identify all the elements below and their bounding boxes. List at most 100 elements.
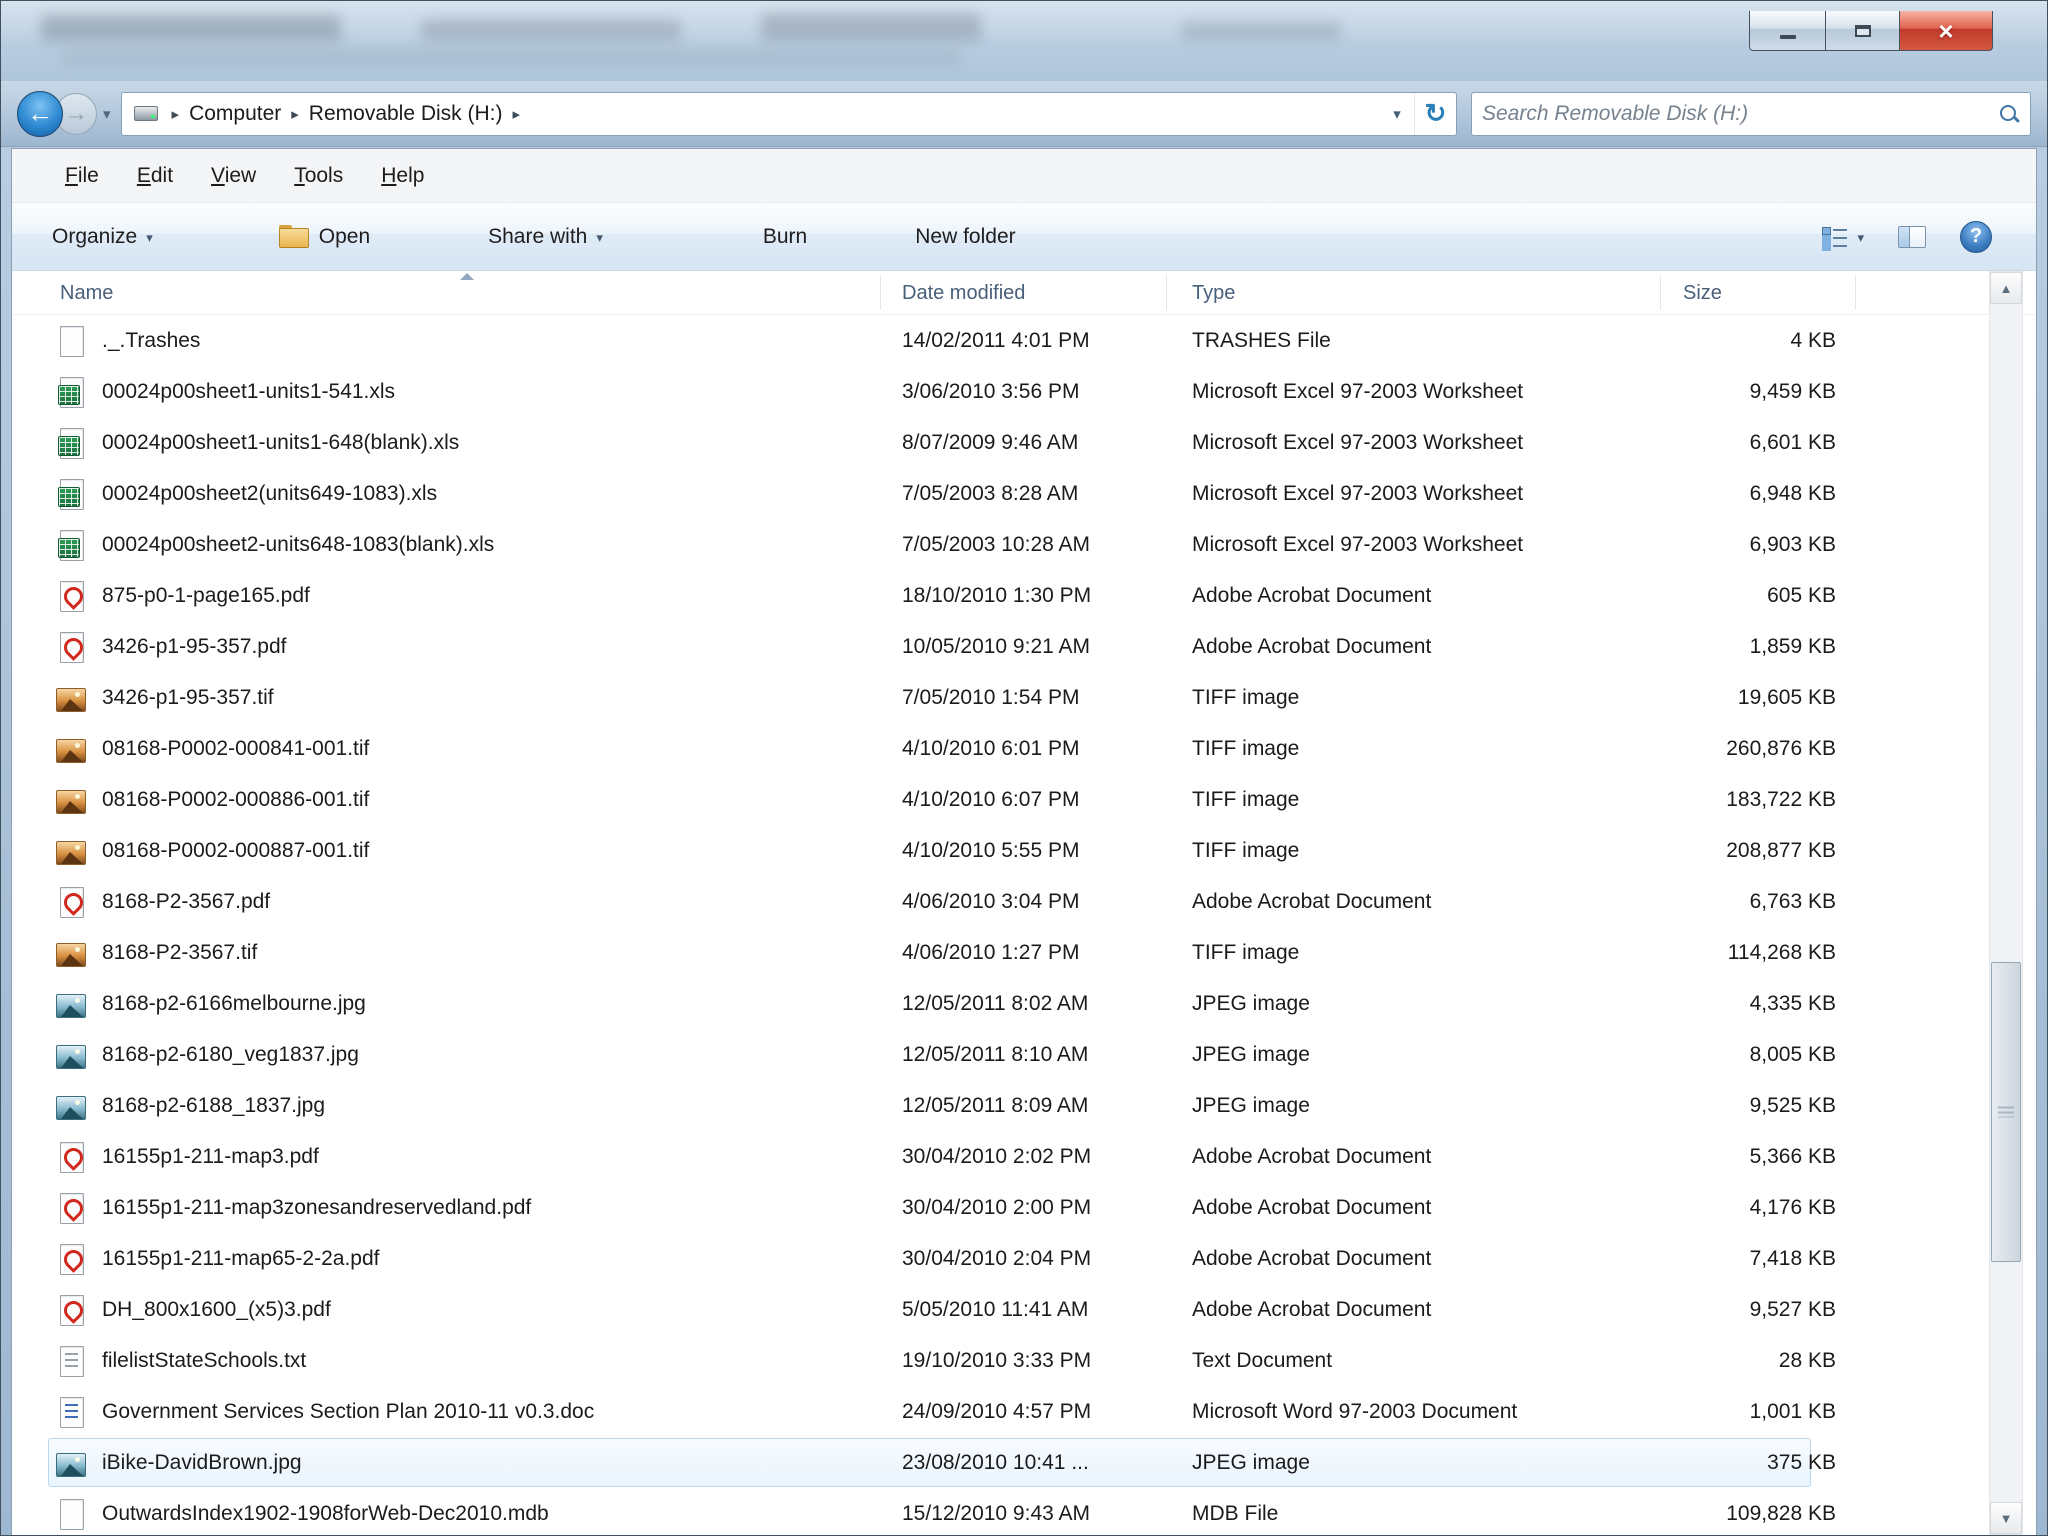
new-folder-button[interactable]: New folder [915,225,1015,249]
date-modified-cell: 18/10/2010 1:30 PM [902,583,1092,607]
file-row[interactable]: 00024p00sheet1-units1-541.xls 3/06/2010 … [12,366,1987,417]
generic-file-icon [56,324,88,358]
file-row[interactable]: 8168-P2-3567.pdf 4/06/2010 3:04 PM Adobe… [12,876,1987,927]
search-box[interactable] [1471,91,2031,136]
date-modified-cell: 12/05/2011 8:10 AM [902,1042,1089,1066]
minimize-icon [1779,34,1796,39]
size-cell: 7,418 KB [1749,1246,1836,1270]
minimize-button[interactable] [1749,11,1825,51]
column-divider[interactable] [1855,275,1856,310]
menu-item-help[interactable]: Help [362,164,443,188]
file-name-cell: 8168-P2-3567.tif [102,940,258,964]
tiff-file-icon [56,841,86,865]
column-header-date-modified[interactable]: Date modified [902,271,1025,315]
file-row[interactable]: 8168-p2-6166melbourne.jpg 12/05/2011 8:0… [12,978,1987,1029]
file-name-cell: 3426-p1-95-357.tif [102,685,274,709]
file-row[interactable]: 3426-p1-95-357.pdf 10/05/2010 9:21 AM Ad… [12,621,1987,672]
change-view-icon [1822,226,1848,248]
menu-item-tools[interactable]: Tools [275,164,362,188]
file-row[interactable]: 8168-p2-6188_1837.jpg 12/05/2011 8:09 AM… [12,1080,1987,1131]
glass-reflection [41,15,341,41]
column-header-size[interactable]: Size [1683,271,1722,315]
breadcrumb-chevron-icon[interactable]: ▸ [281,105,309,123]
date-modified-cell: 23/08/2010 10:41 ... [902,1450,1089,1474]
menu-item-file[interactable]: File [46,164,118,188]
organize-button[interactable]: Organize ▾ [52,225,153,249]
size-cell: 183,722 KB [1726,787,1836,811]
date-modified-cell: 30/04/2010 2:02 PM [902,1144,1092,1168]
file-list-view: Name Date modified Type Size ._.Trashes … [12,271,2036,1535]
scrollbar-down-button[interactable]: ▼ [1990,1502,2022,1534]
date-modified-cell: 30/04/2010 2:00 PM [902,1195,1092,1219]
size-cell: 208,877 KB [1726,838,1836,862]
file-row[interactable]: Government Services Section Plan 2010-11… [12,1386,1987,1437]
date-modified-cell: 19/10/2010 3:33 PM [902,1348,1092,1372]
menu-item-edit[interactable]: Edit [118,164,192,188]
chevron-down-icon: ▾ [596,230,603,245]
menu-bar: File Edit View Tools Help [12,149,2036,203]
search-input[interactable] [1482,101,1990,126]
column-divider[interactable] [880,275,881,310]
file-row[interactable]: 08168-P0002-000887-001.tif 4/10/2010 5:5… [12,825,1987,876]
back-button[interactable]: ← [17,90,63,137]
column-divider[interactable] [1660,275,1661,310]
open-button[interactable]: Open [278,225,370,249]
column-divider[interactable] [1166,275,1167,310]
drive-icon [133,106,158,121]
file-row[interactable]: iBike-DavidBrown.jpg 23/08/2010 10:41 ..… [12,1437,1987,1488]
column-header-name[interactable]: Name [60,271,113,315]
share-with-button[interactable]: Share with ▾ [488,225,603,249]
breadcrumb-removable-disk[interactable]: Removable Disk (H:) [309,102,503,126]
refresh-button[interactable]: ↻ [1414,92,1456,135]
search-icon[interactable] [1998,103,2020,125]
address-dropdown-button[interactable]: ▾ [1380,93,1414,135]
jpeg-file-icon [56,1096,86,1120]
file-row[interactable]: DH_800x1600_(x5)3.pdf 5/05/2010 11:41 AM… [12,1284,1987,1335]
nav-history-chevron-icon[interactable]: ▾ [103,105,111,123]
size-cell: 28 KB [1778,1348,1836,1372]
column-header-type[interactable]: Type [1192,271,1235,315]
glass-reflection [761,13,981,41]
vertical-scrollbar[interactable]: ▲ ▼ [1989,271,2023,1535]
maximize-button[interactable] [1825,11,1899,51]
file-row[interactable]: 16155p1-211-map65-2-2a.pdf 30/04/2010 2:… [12,1233,1987,1284]
scrollbar-up-button[interactable]: ▲ [1990,272,2022,304]
type-cell: Microsoft Excel 97-2003 Worksheet [1192,481,1524,505]
file-row[interactable]: 16155p1-211-map3.pdf 30/04/2010 2:02 PM … [12,1131,1987,1182]
breadcrumb-computer[interactable]: Computer [189,102,281,126]
file-row[interactable]: 875-p0-1-page165.pdf 18/10/2010 1:30 PM … [12,570,1987,621]
burn-button[interactable]: Burn [763,225,807,249]
preview-pane-button[interactable] [1898,225,1926,248]
file-row[interactable]: 08168-P0002-000886-001.tif 4/10/2010 6:0… [12,774,1987,825]
file-row[interactable]: 16155p1-211-map3zonesandreservedland.pdf… [12,1182,1987,1233]
size-cell: 605 KB [1767,583,1836,607]
file-row[interactable]: 00024p00sheet2-units648-1083(blank).xls … [12,519,1987,570]
tiff-file-icon [56,943,86,967]
file-row[interactable]: filelistStateSchools.txt 19/10/2010 3:33… [12,1335,1987,1386]
title-bar[interactable]: × [1,1,2047,81]
help-button[interactable]: ? [1960,220,1992,253]
file-row[interactable]: OutwardsIndex1902-1908forWeb-Dec2010.mdb… [12,1488,1987,1535]
glass-reflection [61,49,961,67]
address-bar[interactable]: ▸ Computer ▸ Removable Disk (H:) ▸ ▾ ↻ [120,91,1457,136]
file-row[interactable]: 00024p00sheet1-units1-648(blank).xls 8/0… [12,417,1987,468]
breadcrumb-chevron-icon[interactable]: ▸ [503,105,531,123]
file-row[interactable]: 00024p00sheet2(units649-1083).xls 7/05/2… [12,468,1987,519]
excel-file-icon [56,477,88,511]
file-row[interactable]: 3426-p1-95-357.tif 7/05/2010 1:54 PM TIF… [12,672,1987,723]
file-row[interactable]: 8168-P2-3567.tif 4/06/2010 1:27 PM TIFF … [12,927,1987,978]
type-cell: TIFF image [1192,685,1300,709]
size-cell: 8,005 KB [1749,1042,1836,1066]
close-button[interactable]: × [1899,11,1993,51]
file-row[interactable]: 08168-P0002-000841-001.tif 4/10/2010 6:0… [12,723,1987,774]
explorer-window: × ← → ▾ ▸ Computer ▸ Removable Disk (H:)… [0,0,2048,1536]
scrollbar-thumb[interactable] [1991,962,2021,1262]
file-row[interactable]: ._.Trashes 14/02/2011 4:01 PM TRASHES Fi… [12,315,1987,366]
menu-item-view[interactable]: View [192,164,275,188]
close-icon: × [1938,15,1954,46]
breadcrumb-chevron-icon[interactable]: ▸ [162,105,190,123]
change-view-button[interactable]: ▾ [1822,226,1864,248]
pdf-file-icon [56,1140,88,1174]
file-name-cell: ._.Trashes [102,328,201,352]
file-row[interactable]: 8168-p2-6180_veg1837.jpg 12/05/2011 8:10… [12,1029,1987,1080]
